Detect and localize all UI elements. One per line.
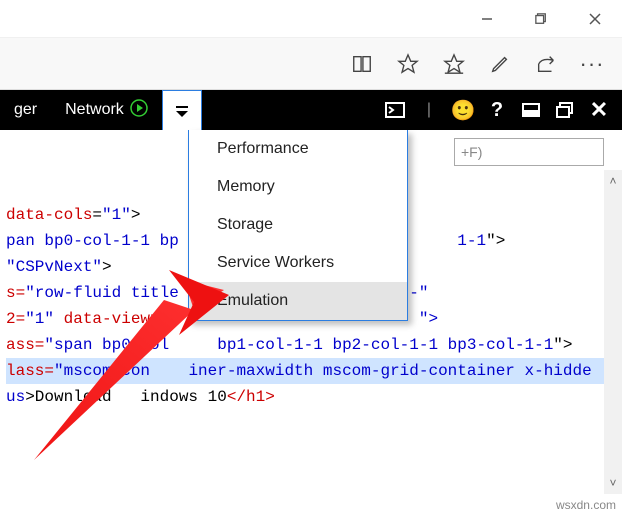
menu-item-emulation[interactable]: Emulation bbox=[189, 282, 407, 320]
undock-icon[interactable] bbox=[550, 95, 580, 125]
menu-item-service-workers[interactable]: Service Workers bbox=[189, 244, 407, 282]
devtools-close-icon[interactable]: ✕ bbox=[584, 95, 614, 125]
code-attr: data-cols bbox=[6, 206, 92, 224]
more-tools-menu: Performance Memory Storage Service Worke… bbox=[188, 130, 408, 321]
feedback-icon[interactable]: 🙂 bbox=[448, 95, 478, 125]
tab-label: Network bbox=[65, 101, 124, 119]
menu-item-performance[interactable]: Performance bbox=[189, 130, 407, 168]
console-toggle-icon[interactable] bbox=[380, 95, 410, 125]
ellipsis-icon: ··· bbox=[580, 51, 605, 77]
menu-item-memory[interactable]: Memory bbox=[189, 168, 407, 206]
favorites-list-icon[interactable] bbox=[432, 42, 476, 86]
watermark: wsxdn.com bbox=[556, 498, 616, 512]
menu-item-label: Memory bbox=[217, 178, 275, 195]
star-icon[interactable] bbox=[386, 42, 430, 86]
vertical-scrollbar[interactable]: ˄ ˅ bbox=[604, 170, 622, 494]
menu-item-label: Service Workers bbox=[217, 254, 334, 271]
minimize-button[interactable] bbox=[460, 0, 514, 38]
menu-item-label: Storage bbox=[217, 216, 273, 233]
devtools-tabbar: ger Network | 🙂 ? ✕ bbox=[0, 90, 622, 130]
tab-label: ger bbox=[14, 101, 37, 119]
menu-item-label: Emulation bbox=[217, 292, 288, 309]
close-button[interactable] bbox=[568, 0, 622, 38]
filter-placeholder-fragment: +F) bbox=[461, 144, 482, 160]
window-titlebar bbox=[0, 0, 622, 38]
filter-input[interactable]: +F) bbox=[454, 138, 604, 166]
menu-item-label: Performance bbox=[217, 140, 309, 157]
divider: | bbox=[414, 95, 444, 125]
dock-bottom-icon[interactable] bbox=[516, 95, 546, 125]
tab-network[interactable]: Network bbox=[51, 90, 162, 130]
more-tools-dropdown-button[interactable] bbox=[162, 90, 202, 130]
restore-button[interactable] bbox=[514, 0, 568, 38]
browser-toolbar: ··· bbox=[0, 38, 622, 90]
share-icon[interactable] bbox=[524, 42, 568, 86]
scroll-up-icon[interactable]: ˄ bbox=[609, 170, 616, 192]
pen-icon[interactable] bbox=[478, 42, 522, 86]
scroll-down-icon[interactable]: ˅ bbox=[609, 472, 616, 494]
reading-view-icon[interactable] bbox=[340, 42, 384, 86]
devtools-right-controls: | 🙂 ? ✕ bbox=[380, 95, 622, 125]
play-icon bbox=[130, 99, 148, 122]
more-icon[interactable]: ··· bbox=[570, 42, 614, 86]
tab-debugger-partial[interactable]: ger bbox=[0, 90, 51, 130]
highlighted-source-line: lass="mscom-con iner-maxwidth mscom-grid… bbox=[6, 358, 622, 384]
menu-item-storage[interactable]: Storage bbox=[189, 206, 407, 244]
help-icon[interactable]: ? bbox=[482, 95, 512, 125]
